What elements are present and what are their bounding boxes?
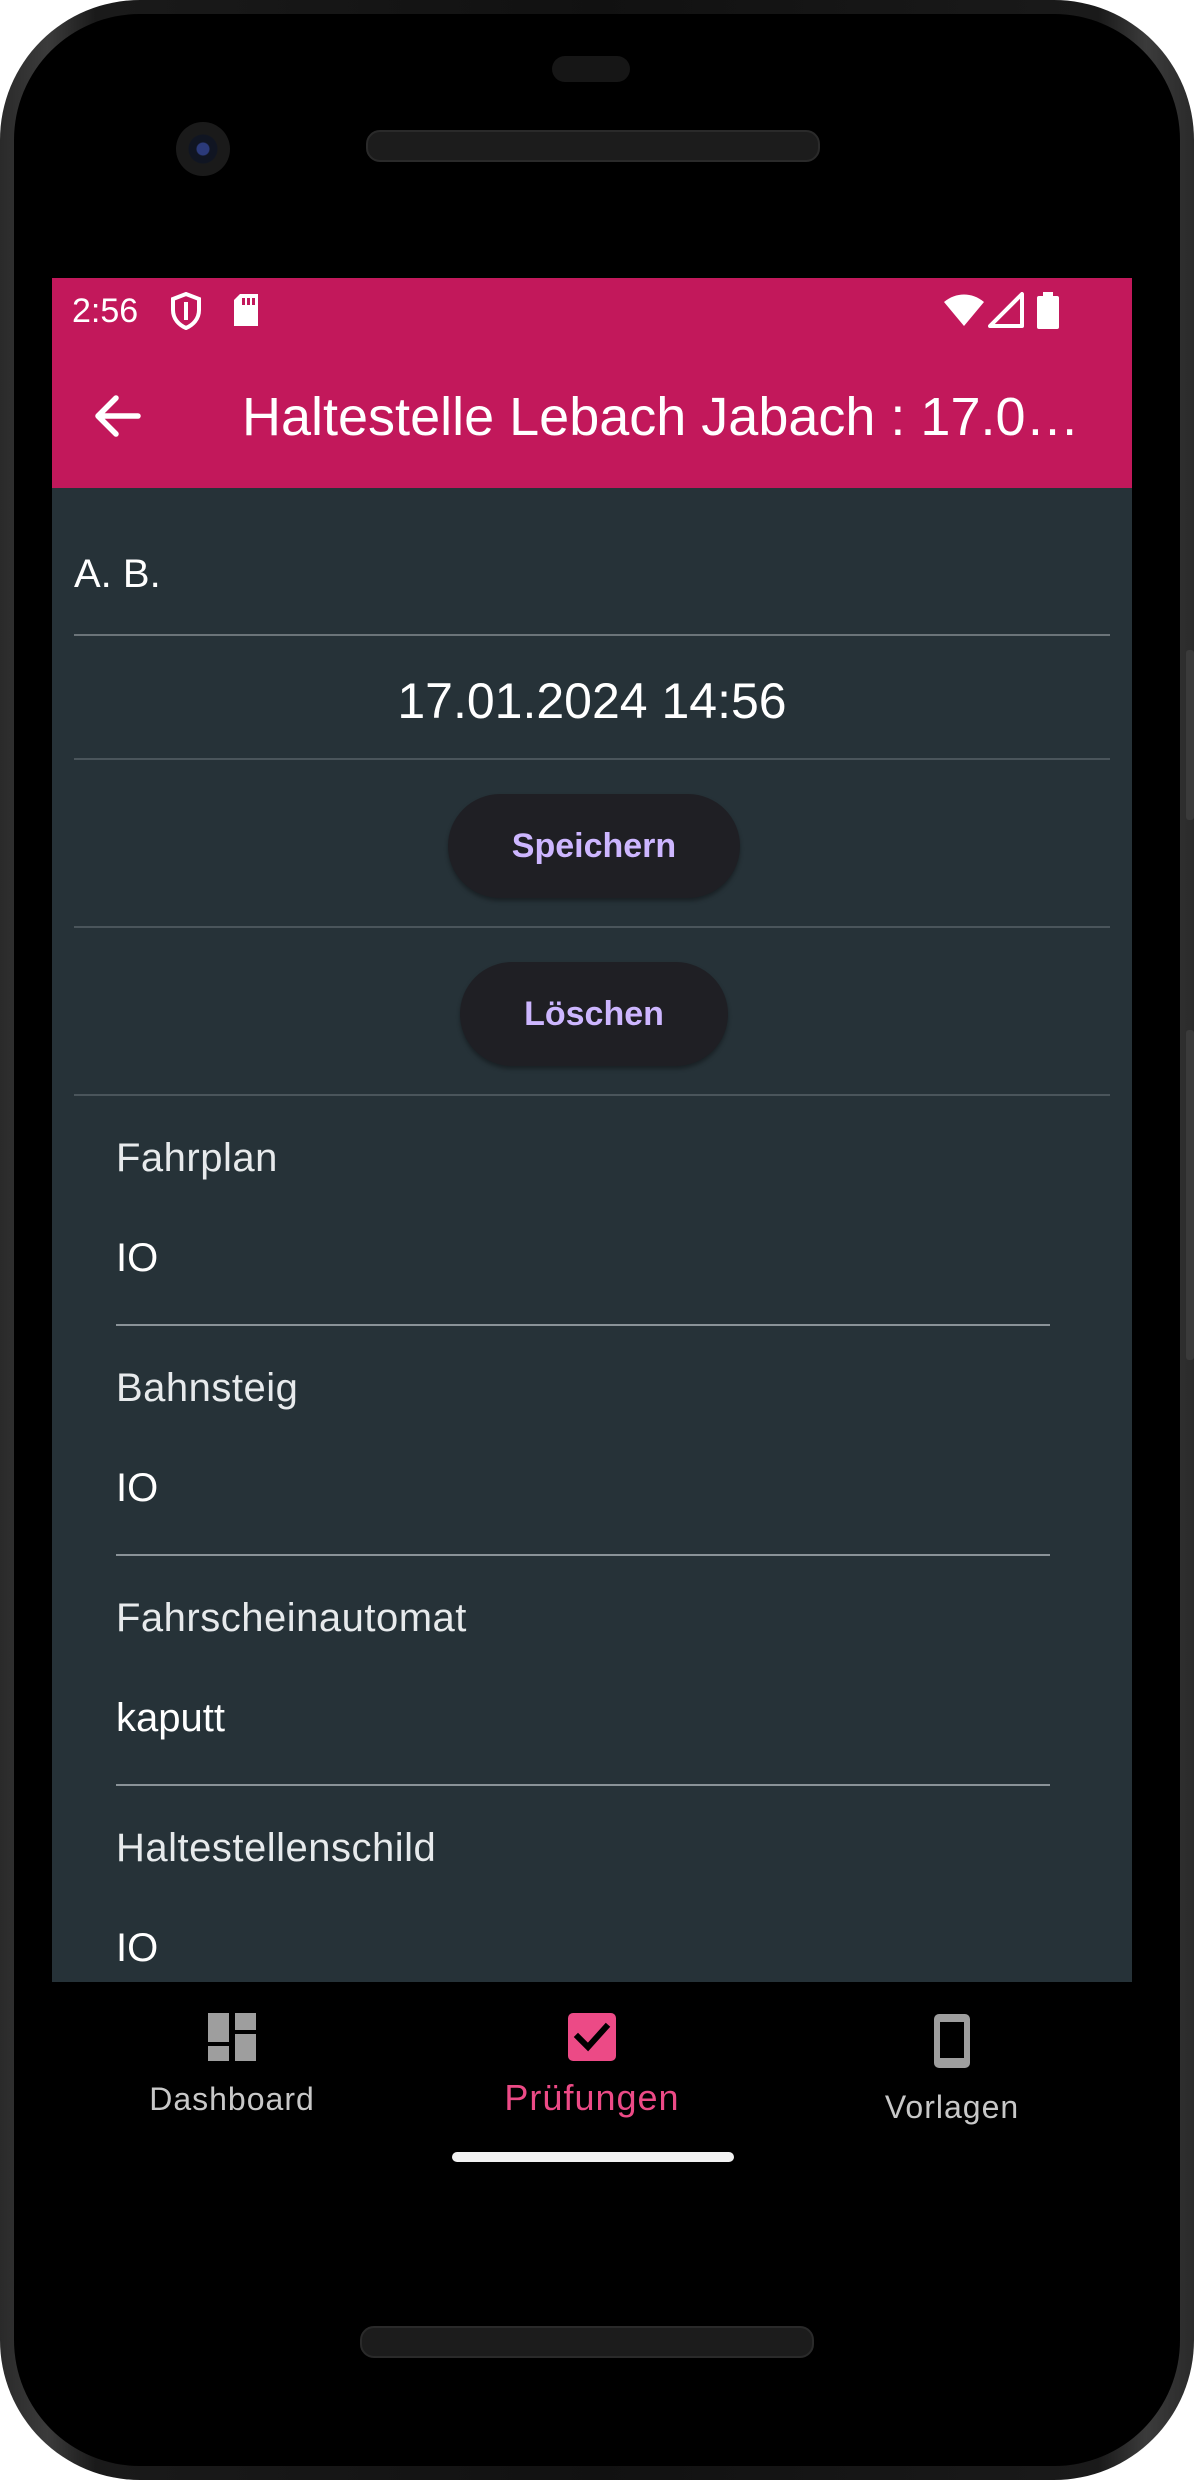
nav-item-vorlagen[interactable]: Vorlagen: [822, 2012, 1082, 2126]
status-bar: 2:56: [52, 278, 1132, 344]
power-button: [1186, 1030, 1194, 1360]
bottom-navigation: Dashboard Prüfungen Vorlagen: [52, 1982, 1132, 2184]
inspection-detail[interactable]: A. B. 17.01.2024 14:56 Speichern Löschen…: [52, 488, 1132, 1982]
field-label-bahnsteig: Bahnsteig: [116, 1366, 299, 1410]
nav-label-vorlagen: Vorlagen: [884, 2089, 1020, 2125]
nav-label-pruefungen: Prüfungen: [504, 2077, 680, 2118]
wifi-icon: [942, 292, 986, 333]
field-value-fahrscheinautomat[interactable]: kaputt: [116, 1696, 225, 1741]
signal-icon: [988, 292, 1024, 333]
divider: [74, 634, 1110, 636]
inspection-datetime: 17.01.2024 14:56: [397, 673, 787, 729]
inspector-name: A. B.: [74, 552, 161, 596]
field-label-fahrplan: Fahrplan: [116, 1136, 278, 1180]
divider: [74, 758, 1110, 760]
front-camera: [176, 122, 230, 176]
battery-icon: [1036, 292, 1060, 335]
field-underline: [116, 1324, 1050, 1326]
sd-card-icon: [232, 292, 260, 333]
nav-label-dashboard: Dashboard: [149, 2081, 315, 2117]
field-underline: [116, 1554, 1050, 1556]
scroll-clip: [52, 1964, 1132, 1982]
home-indicator[interactable]: [452, 2152, 734, 2162]
arrow-back-icon[interactable]: [92, 392, 144, 440]
nav-item-pruefungen[interactable]: Prüfungen: [462, 2012, 722, 2119]
status-time: 2:56: [72, 292, 139, 330]
checkbox-icon: [568, 2013, 616, 2061]
dashboard-icon: [208, 2013, 256, 2061]
phone-frame: 2:56 Haltestelle Lebach Jabach : 17.01.2: [0, 0, 1194, 2480]
field-underline: [116, 1784, 1050, 1786]
nav-item-dashboard[interactable]: Dashboard: [102, 2012, 362, 2118]
page-title: Haltestelle Lebach Jabach : 17.01.2024 1…: [242, 387, 1102, 447]
save-button[interactable]: Speichern: [448, 794, 740, 898]
screen: 2:56 Haltestelle Lebach Jabach : 17.01.2: [52, 278, 1132, 2184]
bottom-speaker: [360, 2326, 814, 2358]
field-value-bahnsteig[interactable]: IO: [116, 1466, 158, 1511]
shield-icon: [170, 291, 202, 335]
field-label-fahrscheinautomat: Fahrscheinautomat: [116, 1596, 467, 1640]
field-label-haltestellenschild: Haltestellenschild: [116, 1826, 437, 1870]
app-bar: Haltestelle Lebach Jabach : 17.01.2024 1…: [52, 344, 1132, 488]
delete-button[interactable]: Löschen: [460, 962, 728, 1066]
volume-button: [1186, 650, 1194, 820]
divider: [74, 1094, 1110, 1096]
earpiece-speaker: [366, 130, 820, 162]
proximity-sensor: [552, 56, 630, 82]
divider: [74, 926, 1110, 928]
field-value-fahrplan[interactable]: IO: [116, 1236, 158, 1281]
phone-template-icon: [934, 2014, 970, 2068]
